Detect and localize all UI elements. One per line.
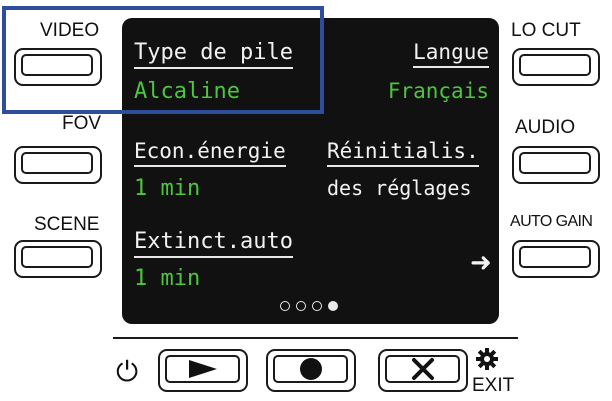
auto-off-value: 1 min [134,266,201,291]
reset-settings-subtext: des réglages [327,176,472,200]
record-icon [300,357,322,380]
play-icon [189,359,217,378]
lo-cut-label: LO CUT [511,20,581,41]
auto-off-label[interactable]: Extinct.auto [134,231,293,258]
audio-label: AUDIO [515,117,576,138]
language-value: Français [387,79,489,103]
x-icon [412,357,434,380]
page-dot [280,301,290,311]
exit-label: EXIT [472,375,515,396]
page-dot [296,301,306,311]
record-button[interactable] [266,349,356,392]
power-save-label[interactable]: Econ.énergie [134,141,286,167]
auto-gain-label: AUTO GAIN [510,213,593,230]
divider [113,337,518,339]
stop-button[interactable] [378,349,468,392]
audio-button[interactable] [512,146,600,184]
page-indicator [280,301,338,311]
scene-button[interactable] [14,240,102,278]
lo-cut-button[interactable] [512,48,600,86]
gear-icon [476,348,498,370]
auto-gain-button[interactable] [512,240,600,278]
arrow-right-icon[interactable]: ➜ [470,248,492,278]
fov-button[interactable] [14,146,102,184]
exit-control[interactable]: EXIT [472,345,516,397]
power-icon: ⏻ [116,355,139,388]
page-dot [312,301,322,311]
page-dot-active [328,301,338,311]
play-button[interactable] [158,349,248,392]
power-save-value: 1 min [134,176,201,201]
scene-label: SCENE [34,214,100,235]
highlight-frame [2,6,324,114]
language-label[interactable]: Langue [413,42,489,68]
reset-settings-label[interactable]: Réinitialis. [327,141,479,167]
fov-label: FOV [62,113,102,134]
